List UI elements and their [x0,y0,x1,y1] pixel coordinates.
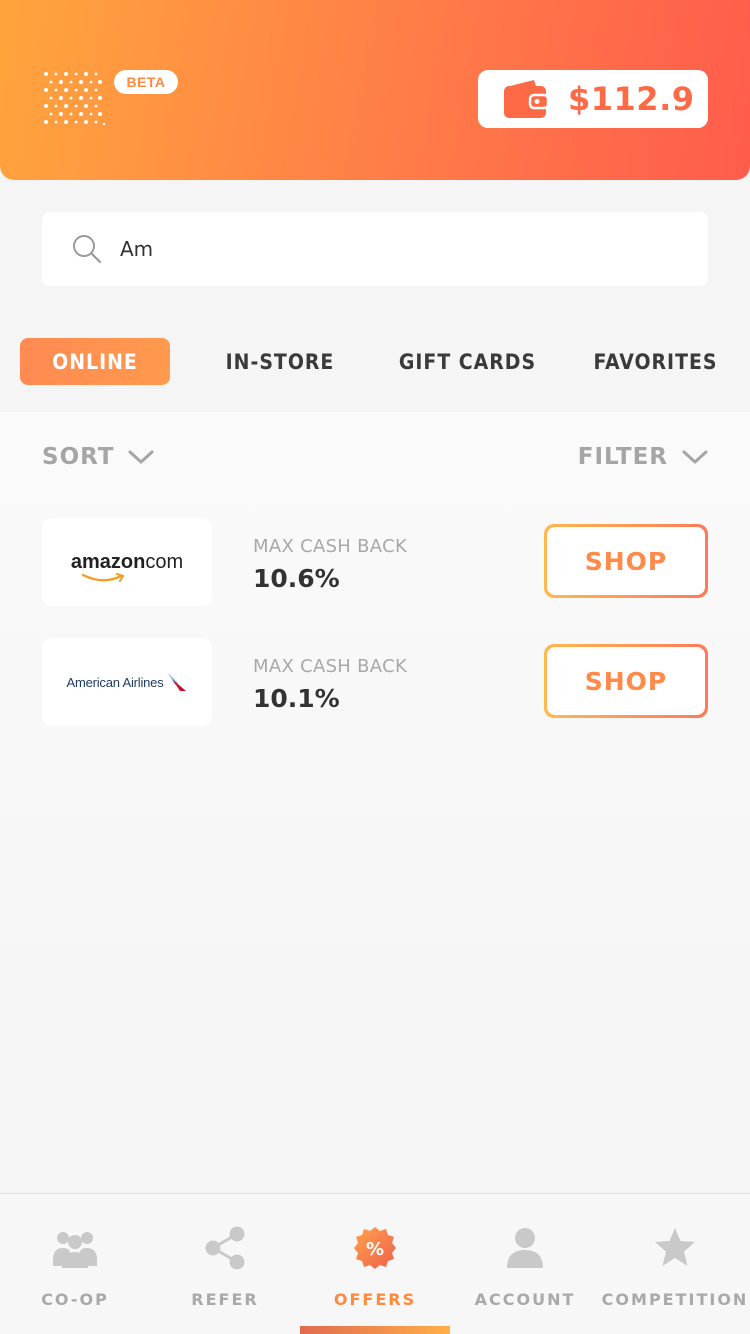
search-input[interactable] [120,229,640,269]
nav-competition[interactable]: COMPETITION [600,1194,750,1334]
cash-back-value: 10.6% [253,564,340,593]
nav-label: OFFERS [333,1290,417,1309]
merchant-logo-amazon[interactable]: amazoncom [42,518,212,606]
nav-refer[interactable]: REFER [150,1194,300,1334]
chevron-down-icon [682,450,708,464]
filter-dropdown[interactable]: FILTER [578,444,708,470]
person-icon [507,1228,543,1268]
wallet-icon [504,80,548,118]
app-header: BETA $112.9 [0,0,750,180]
group-icon [53,1232,97,1268]
cash-back-label: MAX CASH BACK [253,536,408,557]
merchant-logo-american-airlines[interactable]: American Airlines [42,638,212,726]
tab-online[interactable]: ONLINE [20,338,170,385]
tab-in-store[interactable]: IN-STORE [210,338,350,385]
nav-label: REFER [191,1290,259,1309]
star-icon [655,1228,695,1266]
active-tab-indicator [300,1326,450,1334]
tab-gift-cards[interactable]: GIFT CARDS [390,338,545,385]
offer-category-tabs: ONLINE IN-STORE GIFT CARDS FAVORITES [0,320,750,412]
amazon-logo: amazoncom [71,551,183,582]
beta-badge: BETA [114,70,178,94]
sort-label: SORT [42,444,115,470]
sparkle-grid-logo [44,72,106,126]
search-icon [73,235,102,264]
nav-label: COMPETITION [601,1290,749,1309]
nav-label: CO-OP [41,1290,109,1309]
cash-back-label: MAX CASH BACK [253,656,408,677]
filter-label: FILTER [577,444,668,470]
balance-amount: $112.9 [568,80,695,118]
list-item: American Airlines MAX CASH BACK 10.1% SH… [42,638,708,726]
shop-button-label: SHOP [547,527,705,595]
nav-offers[interactable]: % OFFERS [300,1194,450,1334]
chevron-down-icon [128,450,154,464]
share-icon [205,1226,245,1270]
aa-flight-symbol-icon [167,673,186,691]
offers-list: SORT FILTER amazoncom MAX CASH BACK 10.6… [0,412,750,1194]
bottom-navigation: CO-OP REFER % OFFERS ACCOUNT COMPETITION [0,1193,750,1334]
search-bar[interactable] [42,212,708,286]
wallet-balance-button[interactable]: $112.9 [478,70,708,128]
nav-co-op[interactable]: CO-OP [0,1194,150,1334]
svg-text:%: % [366,1239,384,1260]
list-item: amazoncom MAX CASH BACK 10.6% SHOP [42,518,708,606]
american-airlines-logo: American Airlines [66,671,187,693]
shop-button-label: SHOP [547,647,705,715]
cash-back-value: 10.1% [253,684,340,713]
amazon-smile-icon [81,572,125,582]
percent-badge-icon: % [354,1227,396,1269]
sort-dropdown[interactable]: SORT [42,444,154,470]
tab-favorites[interactable]: FAVORITES [588,338,723,385]
shop-button[interactable]: SHOP [544,524,708,598]
nav-account[interactable]: ACCOUNT [450,1194,600,1334]
nav-label: ACCOUNT [474,1290,576,1309]
shop-button[interactable]: SHOP [544,644,708,718]
